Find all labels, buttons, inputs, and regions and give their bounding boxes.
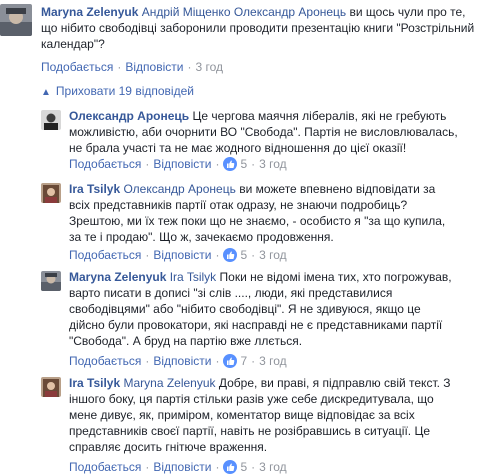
reaction-count[interactable]: 5 [240,157,247,171]
like-link[interactable]: Подобається [69,157,141,171]
reply-link[interactable]: Відповісти [125,60,183,74]
avatar[interactable] [41,271,61,291]
comment-actions: Подобається · Відповісти · 5 · 3 год [69,460,287,474]
comment-text-line: всіх представників партії отак одразу, н… [69,198,408,212]
reply-link[interactable]: Відповісти [153,157,211,171]
like-icon[interactable] [223,157,238,171]
avatar[interactable] [41,377,61,397]
arrow-up-icon: ▲ [41,87,51,98]
reply-link[interactable]: Відповісти [153,248,211,262]
comment-author[interactable]: Олександр Аронець [69,109,189,123]
comment-body: Ira Tsilyk Maryna Zelenyuk Добре, ви пра… [69,375,487,455]
comment-body: Maryna Zelenyuk Ira Tsilyk Поки не відом… [69,269,487,349]
comment-text-line: іншого боку, ця партія стільки разів уже… [69,392,434,406]
like-icon[interactable] [223,460,238,474]
comment-author[interactable]: Ira Tsilyk [69,376,120,390]
timestamp[interactable]: 3 год [259,460,287,474]
like-link[interactable]: Подобається [69,248,141,262]
comment-mentions[interactable]: Ira Tsilyk [170,270,216,284]
avatar[interactable] [41,110,61,130]
comment-author[interactable]: Maryna Zelenyuk [69,270,166,284]
comment-text-line: Поки не відомі імена тих, хто погрожував… [219,270,452,284]
reaction-count[interactable]: 7 [240,354,247,368]
like-link[interactable]: Подобається [69,354,141,368]
comment-mentions[interactable]: Андрій Міщенко Олександр Аронець [142,5,346,19]
comment-text-line: варто писати в дописі "зі слів ...., люд… [69,286,393,300]
comment-text-line: свободівцями" або "нібито свободівці". Я… [69,302,421,316]
comment-text-line: Добре, ви праві, я підправлю свій текст.… [218,376,451,390]
timestamp[interactable]: 3 год [259,157,287,171]
timestamp[interactable]: 3 год [259,248,287,262]
comment-text-line: Зрештою, ми їх теж поки що не знаємо, - … [69,214,446,228]
comment-actions: Подобається · Відповісти · 5 · 3 год [69,248,287,262]
like-icon[interactable] [223,354,238,368]
comment-author[interactable]: Ira Tsilyk [69,182,120,196]
reaction-count[interactable]: 5 [240,248,247,262]
comment-text-line: що нібито свободівці заборонили проводит… [41,21,475,35]
comment-text-line: ви можете впевнено відповідати за [239,182,436,196]
comment-text-line: справляє досить гнітюче враження. [69,440,268,454]
timestamp[interactable]: 3 год [259,354,287,368]
comment-body: Maryna Zelenyuk Андрій Міщенко Олександр… [41,4,486,52]
avatar[interactable] [41,183,61,203]
reply-link[interactable]: Відповісти [153,460,211,474]
comment-text-line: дійсно були провокатори, які насправді н… [69,318,443,332]
hide-replies-toggle[interactable]: ▲ Приховати 19 відповідей [41,83,194,101]
comment-text-line: Це чергова маячня лібералів, які не греб… [192,109,447,123]
comment-actions: Подобається · Відповісти · 3 год [41,60,223,74]
comment-mentions[interactable]: Олександр Аронець [123,182,235,196]
comment-text-line: можливістю, аби очорнити ВО "Свобода". П… [69,125,458,139]
comment-body: Олександр Аронець Це чергова маячня лібе… [69,108,487,156]
like-icon[interactable] [223,248,238,262]
comment-text-line: мене дивує, як, приміром, коментатор вищ… [69,408,415,422]
comment-actions: Подобається · Відповісти · 7 · 3 год [69,354,287,368]
comment-author[interactable]: Maryna Zelenyuk [41,5,138,19]
reply-link[interactable]: Відповісти [153,354,211,368]
comment-text-line: ви щось чули про те, [349,5,466,19]
comment-mentions[interactable]: Maryna Zelenyuk [123,376,215,390]
comment-body: Ira Tsilyk Олександр Аронець ви можете в… [69,181,487,245]
comment-text-line: не брала участі та не має жодного віднош… [69,141,407,155]
comment-actions: Подобається · Відповісти · 5 · 3 год [69,157,287,171]
like-link[interactable]: Подобається [41,60,113,74]
timestamp[interactable]: 3 год [195,60,223,74]
comment-text-line: "Свобода". А бруд на партію вже ллється. [69,334,303,348]
avatar[interactable] [0,4,32,36]
comment-text-line: представників своєї партії, навіть не ро… [69,424,431,438]
like-link[interactable]: Подобається [69,460,141,474]
hide-replies-label: Приховати 19 відповідей [55,84,194,98]
comment-text-line: за те і продаю". Що ж, зачекаємо продовж… [69,230,334,244]
reaction-count[interactable]: 5 [240,460,247,474]
comment-text-line: календар"? [41,37,105,51]
